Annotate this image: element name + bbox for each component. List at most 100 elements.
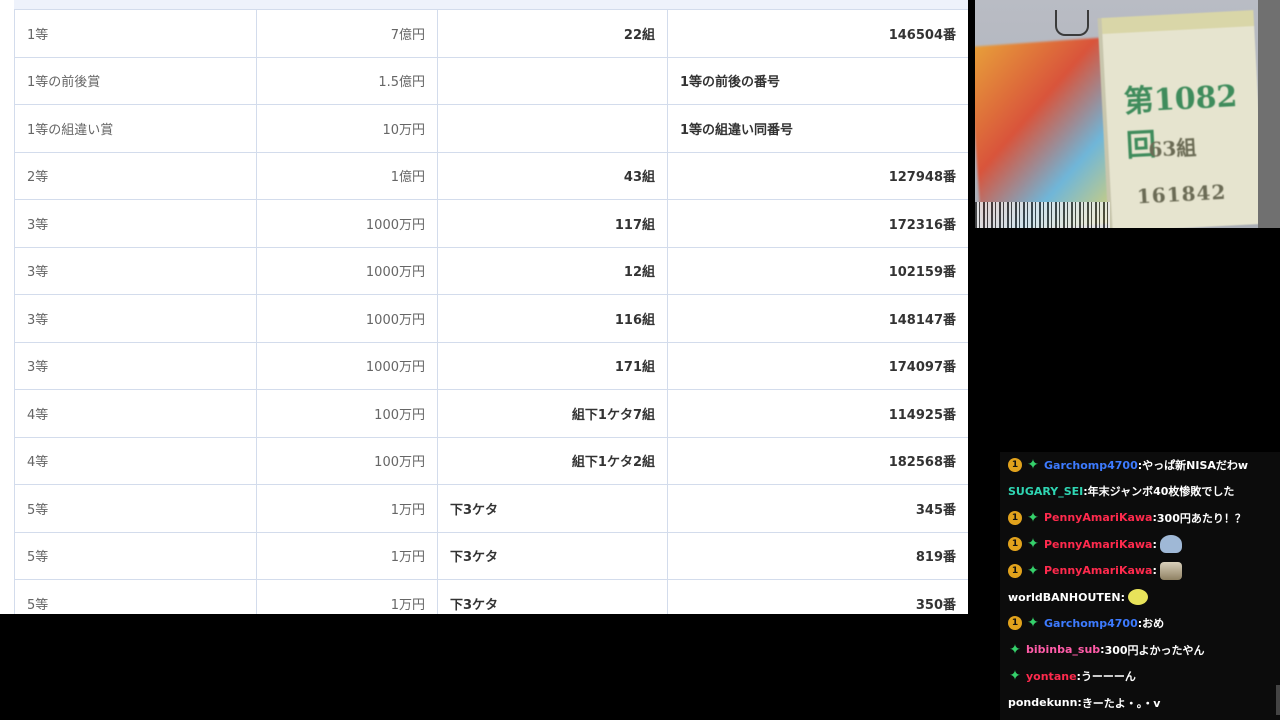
winning-number: 1等の前後の番号 [667, 56, 968, 105]
winning-group: 下3ケタ [437, 531, 668, 580]
table-row: 3等 1000万円 171組 174097番 [14, 341, 968, 390]
chat-text: 年末ジャンボ40枚惨敗でした [1087, 485, 1235, 499]
vip-badge-icon: ✦ [1027, 457, 1039, 473]
table-row: 1等の前後賞 1.5億円 1等の前後の番号 [14, 56, 968, 105]
table-row: 1等 7億円 22組 146504番 [14, 9, 968, 58]
prize-grade: 1等の前後賞 [14, 56, 257, 105]
prize-grade: 3等 [14, 294, 257, 343]
prize-grade: 4等 [14, 389, 257, 438]
winning-number: 114925番 [667, 389, 968, 438]
webcam-feed: 第1082回 63組 161842 [975, 0, 1280, 228]
winning-group [437, 104, 668, 153]
chat-username[interactable]: PennyAmariKawa [1044, 538, 1152, 551]
winning-group: 116組 [437, 294, 668, 343]
chat-overlay: 1 ✦ Garchomp4700: やっぱ新NISAだわw SUGARY_SEI: 年… [1000, 452, 1280, 720]
chat-username[interactable]: Garchomp4700 [1044, 459, 1138, 472]
winning-number: 148147番 [667, 294, 968, 343]
vip-badge-icon: ✦ [1027, 615, 1039, 632]
prize-grade: 4等 [14, 436, 257, 485]
table-row: 1等の組違い賞 10万円 1等の組違い同番号 [14, 104, 968, 153]
chat-text: おめ [1142, 617, 1165, 631]
prize-grade: 3等 [14, 246, 257, 295]
winning-group: 22組 [437, 9, 668, 58]
prize-amount: 100万円 [256, 389, 438, 438]
chat-text: うーーーん [1080, 670, 1136, 684]
chat-username[interactable]: pondekunn [1008, 696, 1077, 709]
chat-username[interactable]: PennyAmariKawa [1044, 564, 1152, 577]
chat-message: 1 ✦ PennyAmariKawa: 300円あたり！？ [1008, 505, 1246, 531]
subscriber-badge-icon: 1 [1008, 537, 1022, 552]
chat-message: SUGARY_SEI: 年末ジャンボ40枚惨敗でした [1008, 478, 1234, 504]
winning-number: 102159番 [667, 246, 968, 295]
prize-amount: 1000万円 [256, 294, 438, 343]
lottery-ticket-image: 第1082回 63組 161842 [1097, 10, 1265, 228]
prize-amount: 100万円 [256, 436, 438, 485]
vip-badge-icon: ✦ [1027, 562, 1039, 579]
chat-message: 1 ✦ PennyAmariKawa: [1008, 531, 1182, 557]
lottery-poster-image [975, 37, 1117, 228]
chat-text: やっぱ新NISAだわw [1142, 459, 1249, 472]
chat-username[interactable]: yontane [1026, 670, 1077, 683]
chat-username[interactable]: SUGARY_SEI [1008, 485, 1083, 498]
winning-group: 組下1ケタ7組 [437, 389, 668, 438]
subscriber-badge-icon: 1 [1008, 458, 1022, 472]
table-row: 5等 1万円 下3ケタ 350番 [14, 579, 968, 614]
chat-scrollbar[interactable] [1276, 685, 1280, 715]
winning-group: 組下1ケタ2組 [437, 436, 668, 485]
winning-number: 146504番 [667, 9, 968, 58]
chat-username[interactable]: worldBANHOUTEN [1008, 591, 1121, 604]
bird-emote-icon [1128, 589, 1149, 605]
winning-group: 117組 [437, 199, 668, 248]
prize-grade: 2等 [14, 151, 257, 200]
chat-text: 300円よかったやん [1104, 643, 1205, 657]
lottery-results-table: 1等 7億円 22組 146504番 1等の前後賞 1.5億円 1等の前後の番号 1等の組違い… [14, 9, 968, 614]
prize-amount: 1000万円 [256, 199, 438, 248]
chat-separator: : [1152, 537, 1157, 551]
barcode-image [975, 202, 1110, 228]
prize-grade: 5等 [14, 579, 257, 614]
chat-text: 300円あたり！？ [1156, 511, 1246, 525]
winning-number: 182568番 [667, 436, 968, 485]
winning-number: 127948番 [667, 151, 968, 200]
winning-number: 819番 [667, 531, 968, 580]
vip-badge-icon: ✦ [1009, 668, 1021, 685]
chat-username[interactable]: PennyAmariKawa [1044, 511, 1152, 524]
chat-separator: : [1120, 590, 1126, 604]
table-row: 3等 1000万円 12組 102159番 [14, 246, 968, 295]
prize-amount: 10万円 [256, 104, 438, 153]
chat-message: ✦ bibinba_sub: 300円よかったやん [1008, 637, 1205, 663]
table-row: 3等 1000万円 117組 172316番 [14, 199, 968, 248]
chat-message: pondekunn: きーたよ・。・v [1008, 690, 1160, 716]
prize-amount: 1万円 [256, 484, 438, 533]
prize-grade: 3等 [14, 341, 257, 390]
chat-username[interactable]: Garchomp4700 [1044, 617, 1138, 630]
prize-grade: 3等 [14, 199, 257, 248]
prize-amount: 1万円 [256, 531, 438, 580]
winning-number: 345番 [667, 484, 968, 533]
table-row: 3等 1000万円 116組 148147番 [14, 294, 968, 343]
winning-group: 12組 [437, 246, 668, 295]
prize-amount: 1.5億円 [256, 56, 438, 105]
prize-grade: 1等の組違い賞 [14, 104, 257, 153]
winning-group: 43組 [437, 151, 668, 200]
ghost-emote-icon [1159, 535, 1182, 554]
table-row: 4等 100万円 組下1ケタ2組 182568番 [14, 436, 968, 485]
prize-grade: 5等 [14, 531, 257, 580]
chat-separator: : [1152, 564, 1157, 578]
prize-amount: 1000万円 [256, 246, 438, 295]
chat-message: 1 ✦ PennyAmariKawa: [1008, 558, 1182, 584]
winning-number: 172316番 [667, 199, 968, 248]
prize-amount: 1万円 [256, 579, 438, 614]
winning-number: 350番 [667, 579, 968, 614]
chat-message: 1 ✦ Garchomp4700: おめ [1008, 610, 1164, 636]
cat-emote-icon [1159, 561, 1182, 580]
winning-group: 171組 [437, 341, 668, 390]
prize-grade: 1等 [14, 9, 257, 58]
table-row: 5等 1万円 下3ケタ 345番 [14, 484, 968, 533]
prize-grade: 5等 [14, 484, 257, 533]
chat-username[interactable]: bibinba_sub [1026, 643, 1100, 656]
subscriber-badge-icon: 1 [1008, 563, 1022, 578]
prize-amount: 1000万円 [256, 341, 438, 390]
table-row: 4等 100万円 組下1ケタ7組 114925番 [14, 389, 968, 438]
subscriber-badge-icon: 1 [1008, 510, 1022, 525]
